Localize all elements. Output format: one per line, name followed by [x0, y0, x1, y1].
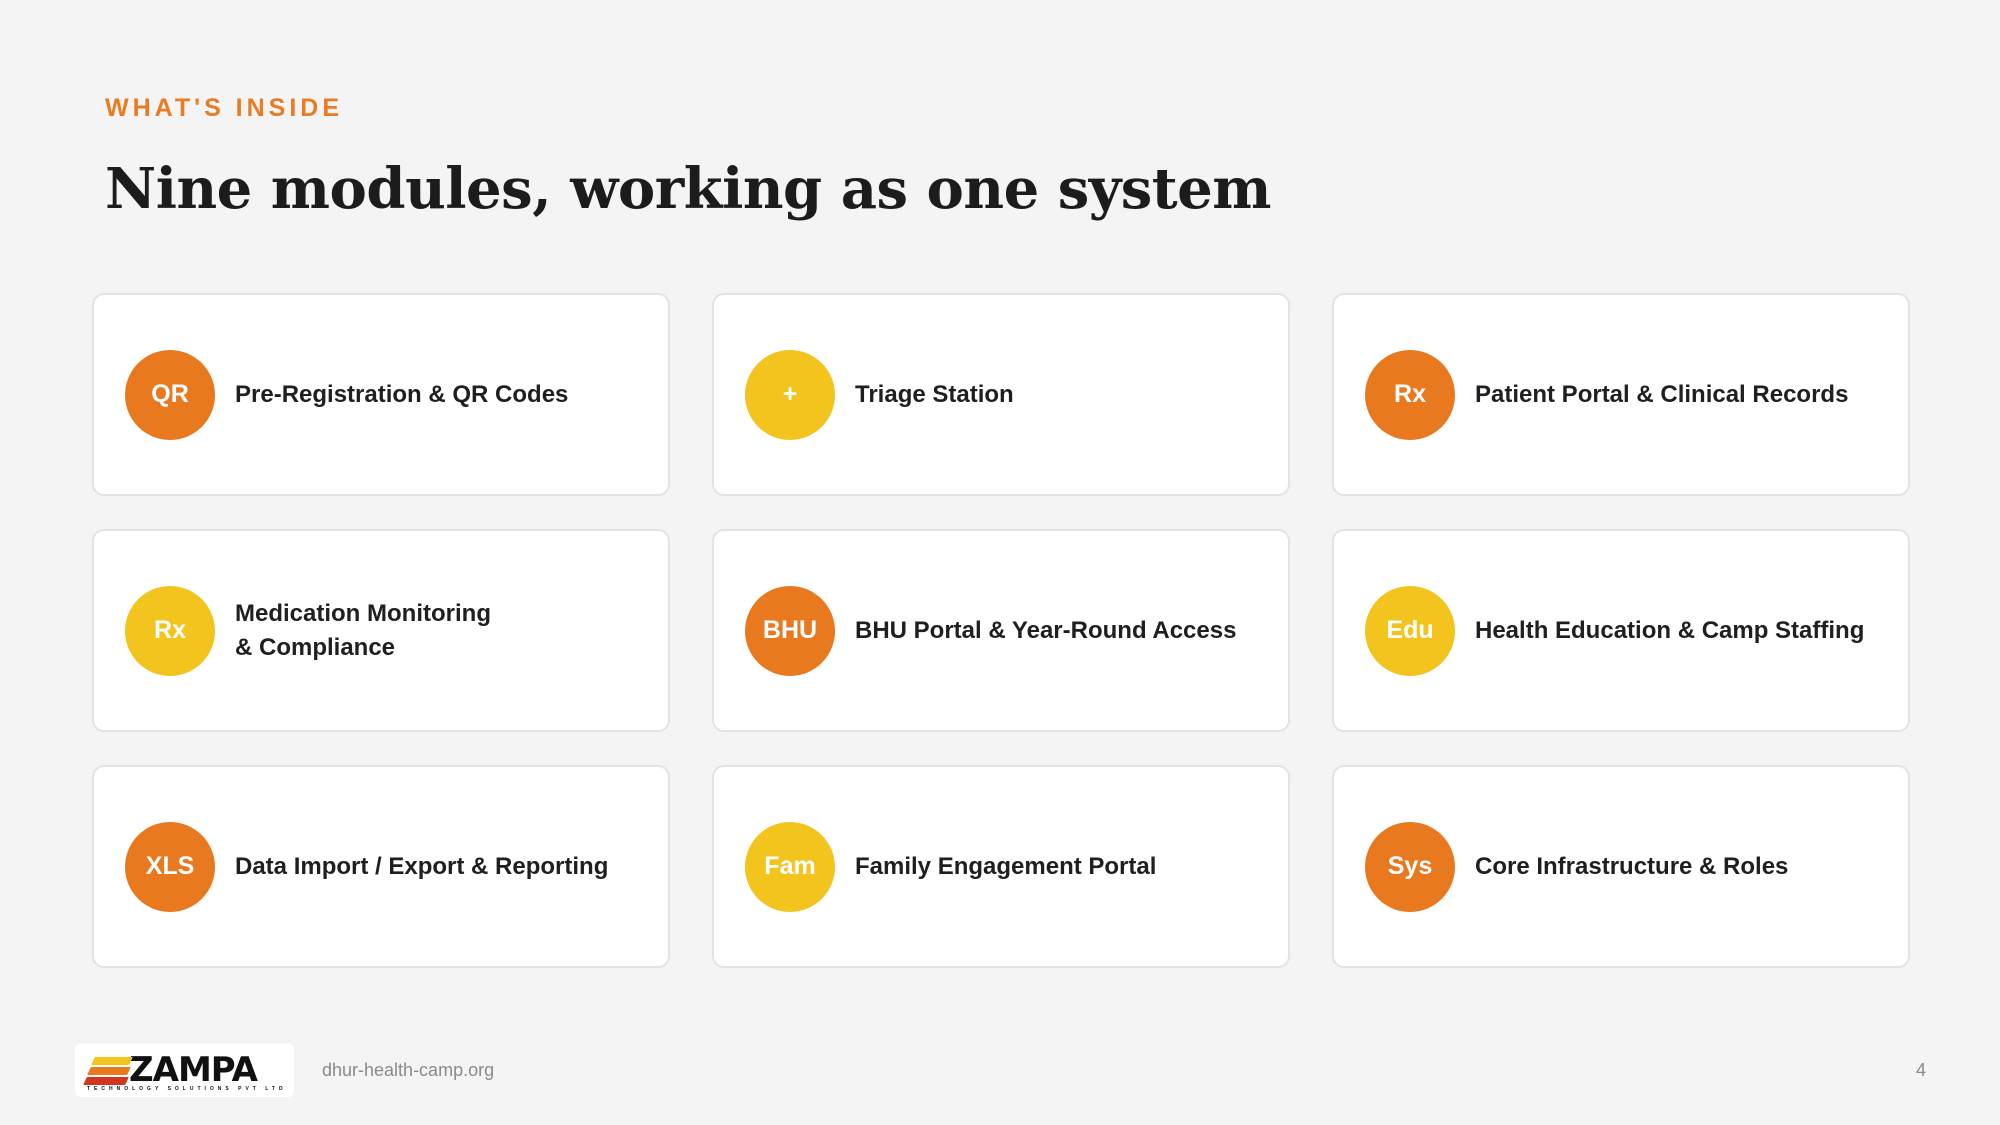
logo-mark-icon	[83, 1053, 135, 1087]
module-label: Pre-Registration & QR Codes	[235, 380, 569, 408]
module-badge: XLS	[125, 821, 215, 912]
module-label: Medication Monitoring & Compliance	[235, 599, 491, 661]
module-label: Triage Station	[855, 380, 1014, 408]
company-logo: ZAMPA TECHNOLOGY SOLUTIONS PVT LTD	[75, 1043, 294, 1097]
module-card-health-education: Edu Health Education & Camp Staffing	[1332, 529, 1910, 732]
slide-title: Nine modules, working as one system	[105, 156, 1272, 222]
module-card-data-import-export: XLS Data Import / Export & Reporting	[92, 765, 670, 968]
module-label: Family Engagement Portal	[855, 852, 1157, 880]
footer-url: dhur-health-camp.org	[322, 1060, 495, 1080]
module-card-pre-registration: QR Pre-Registration & QR Codes	[92, 293, 670, 496]
module-badge: +	[745, 349, 835, 440]
module-badge: Edu	[1365, 585, 1455, 676]
module-badge: Sys	[1365, 821, 1455, 912]
module-badge: Fam	[745, 821, 835, 912]
module-badge: Rx	[125, 585, 215, 676]
logo-wordmark: ZAMPA	[129, 1050, 258, 1090]
page-number: 4	[1915, 1060, 1926, 1080]
modules-grid: QR Pre-Registration & QR Codes + Triage …	[92, 293, 1910, 968]
module-label: Core Infrastructure & Roles	[1475, 852, 1789, 880]
module-badge: Rx	[1365, 349, 1455, 440]
module-label: Patient Portal & Clinical Records	[1475, 380, 1849, 408]
module-label: Health Education & Camp Staffing	[1475, 616, 1865, 644]
module-badge: BHU	[745, 585, 835, 676]
module-card-family-engagement: Fam Family Engagement Portal	[712, 765, 1290, 968]
logo-subtext: TECHNOLOGY SOLUTIONS PVT LTD	[87, 1086, 287, 1092]
section-eyebrow: WHAT'S INSIDE	[105, 94, 344, 122]
module-card-triage: + Triage Station	[712, 293, 1290, 496]
module-label: BHU Portal & Year-Round Access	[855, 616, 1237, 644]
module-card-bhu-portal: BHU BHU Portal & Year-Round Access	[712, 529, 1290, 732]
module-label: Data Import / Export & Reporting	[235, 852, 609, 880]
module-card-medication: Rx Medication Monitoring & Compliance	[92, 529, 670, 732]
module-card-patient-portal: Rx Patient Portal & Clinical Records	[1332, 293, 1910, 496]
module-badge: QR	[125, 349, 215, 440]
module-card-core-infrastructure: Sys Core Infrastructure & Roles	[1332, 765, 1910, 968]
